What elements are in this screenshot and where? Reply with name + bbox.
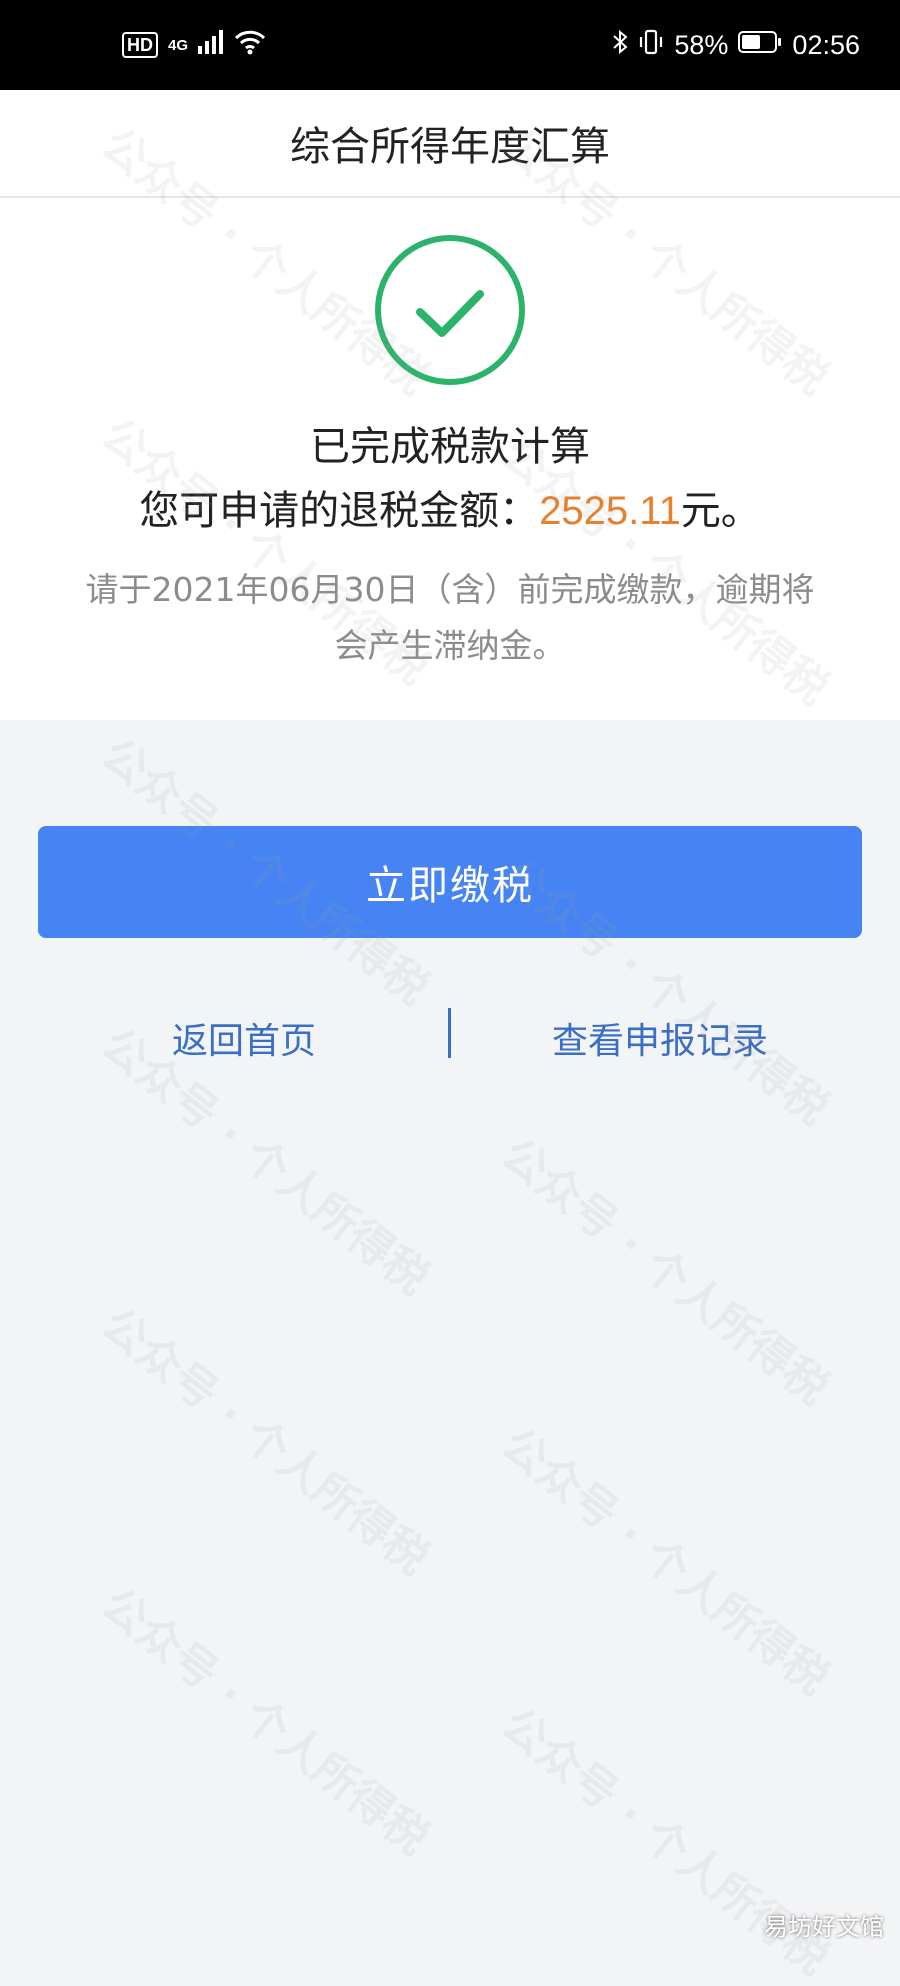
view-records-link[interactable]: 查看申报记录	[520, 1012, 800, 1064]
site-watermark: 易坊好文馆	[764, 1913, 884, 1941]
deadline-notice: 请于2021年06月30日（含）前完成缴款，逾期将会产生滞纳金。	[85, 570, 815, 665]
status-right: 58% 02:56	[612, 29, 860, 62]
refund-amount: 2525.11	[539, 489, 681, 533]
check-circle-icon	[375, 235, 525, 385]
clock: 02:56	[792, 29, 860, 60]
watermark: 公众号 · 个人所得税	[91, 1578, 438, 1865]
result-headline: 已完成税款计算	[310, 424, 590, 470]
refund-unit: 元。	[680, 488, 761, 534]
status-bar: HD 4G 58% 02:56	[0, 0, 900, 90]
watermark: 公众号 · 个人所得税	[491, 1418, 838, 1705]
link-divider	[448, 1008, 451, 1058]
status-left: HD 4G	[122, 29, 266, 62]
refund-line: 您可申请的退税金额：2525.11元。	[0, 478, 900, 536]
watermark: 公众号 · 个人所得税	[491, 1128, 838, 1415]
result-panel: 已完成税款计算 您可申请的退税金额：2525.11元。 请于2021年06月30…	[0, 198, 900, 720]
signal-icon	[198, 29, 224, 61]
vibrate-icon	[638, 29, 664, 62]
pay-tax-button[interactable]: 立即缴税	[38, 826, 862, 938]
refund-label: 您可申请的退税金额：	[139, 488, 540, 534]
wifi-icon	[234, 29, 266, 62]
bluetooth-icon	[612, 29, 628, 62]
back-home-link[interactable]: 返回首页	[134, 1012, 354, 1064]
page-title: 综合所得年度汇算	[290, 124, 610, 170]
watermark: 公众号 · 个人所得税	[91, 1298, 438, 1585]
nav-bar: 综合所得年度汇算	[0, 90, 900, 198]
hd-icon: HD	[122, 32, 158, 58]
battery-percent: 58%	[674, 29, 729, 60]
network-type: 4G	[168, 36, 189, 54]
battery-icon	[738, 30, 782, 61]
